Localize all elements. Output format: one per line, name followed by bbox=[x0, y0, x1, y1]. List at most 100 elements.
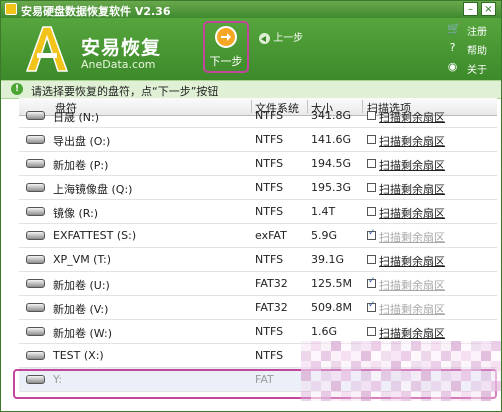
title-bar[interactable]: 安易硬盘数据恢复软件 V2.36 – × bbox=[1, 1, 501, 18]
drive-name: 日晟 (N:) bbox=[53, 111, 100, 124]
drive-name: 新加卷 (V:) bbox=[53, 303, 109, 316]
scan-remaining-sectors[interactable]: 扫描剩余扇区 bbox=[379, 277, 445, 293]
header-toolbar: 安易恢复 AneData.com 下一步 上一步 🛒 注册 ? 帮助 ◉ 关于 bbox=[1, 18, 501, 80]
drive-name: EXFATTEST (S:) bbox=[53, 229, 137, 242]
drive-filesystem: FAT32 bbox=[255, 277, 288, 290]
hard-drive-icon bbox=[26, 279, 45, 288]
scan-checkbox[interactable] bbox=[367, 300, 376, 312]
prev-step-button[interactable]: 上一步 bbox=[259, 29, 303, 44]
hard-drive-icon bbox=[26, 207, 45, 216]
drive-size: 195.3G bbox=[311, 181, 352, 194]
cart-icon: 🛒 bbox=[447, 22, 461, 35]
drive-row[interactable]: 新加卷 (W:) NTFS 1.6G 扫描剩余扇区 bbox=[19, 320, 497, 344]
drive-row[interactable]: 上海镜像盘 (Q:) NTFS 195.3G 扫描剩余扇区 bbox=[19, 176, 497, 200]
hard-drive-icon bbox=[26, 351, 45, 360]
scan-remaining-sectors[interactable]: 扫描剩余扇区 bbox=[379, 205, 445, 221]
drive-filesystem: NTFS bbox=[255, 109, 284, 122]
hard-drive-icon bbox=[26, 255, 45, 264]
hint-text: 请选择要恢复的盘符，点“下一步”按钮 bbox=[31, 85, 219, 98]
drive-filesystem: NTFS bbox=[255, 157, 284, 170]
drive-size: 1.6G bbox=[311, 325, 338, 338]
drive-name: 上海镜像盘 (Q:) bbox=[53, 183, 133, 196]
scan-remaining-sectors[interactable]: 扫描剩余扇区 bbox=[379, 229, 445, 245]
scan-remaining-sectors[interactable]: 扫描剩余扇区 bbox=[379, 301, 445, 317]
scan-checkbox[interactable] bbox=[367, 228, 376, 240]
drive-filesystem: NTFS bbox=[255, 133, 284, 146]
about-label: 关于 bbox=[467, 65, 487, 76]
drive-name: XP_VM (T:) bbox=[53, 253, 111, 266]
drive-size: 39.1G bbox=[311, 253, 345, 266]
scan-checkbox[interactable] bbox=[367, 207, 376, 216]
hard-drive-icon bbox=[26, 111, 45, 120]
drive-name: 导出盘 (O:) bbox=[53, 135, 111, 148]
scan-remaining-sectors[interactable]: 扫描剩余扇区 bbox=[379, 109, 445, 125]
next-step-label: 下一步 bbox=[209, 55, 243, 68]
next-step-button[interactable]: 下一步 bbox=[203, 21, 249, 73]
drive-filesystem: NTFS bbox=[255, 181, 284, 194]
scan-checkbox[interactable] bbox=[367, 135, 376, 144]
scan-checkbox[interactable] bbox=[367, 327, 376, 336]
scan-checkbox[interactable] bbox=[367, 255, 376, 264]
drive-row[interactable]: 导出盘 (O:) NTFS 141.6G 扫描剩余扇区 bbox=[19, 128, 497, 152]
scan-remaining-sectors[interactable]: 扫描剩余扇区 bbox=[379, 133, 445, 149]
drive-filesystem: NTFS bbox=[255, 253, 284, 266]
scan-checkbox[interactable] bbox=[367, 159, 376, 168]
drive-name: 新加卷 (U:) bbox=[53, 279, 110, 292]
drive-size: 1.4T bbox=[311, 205, 336, 218]
scan-remaining-sectors[interactable]: 扫描剩余扇区 bbox=[379, 253, 445, 269]
drive-row[interactable]: 日晟 (N:) NTFS 341.8G 扫描剩余扇区 bbox=[19, 104, 497, 128]
drive-name: Y: bbox=[53, 373, 62, 386]
drive-size: 141.6G bbox=[311, 133, 352, 146]
help-link[interactable]: ? 帮助 bbox=[447, 41, 497, 57]
side-menu: 🛒 注册 ? 帮助 ◉ 关于 bbox=[447, 22, 497, 79]
hard-drive-icon bbox=[26, 231, 45, 240]
drive-filesystem: FAT32 bbox=[255, 301, 288, 314]
scan-checkbox[interactable] bbox=[367, 183, 376, 192]
hard-drive-icon bbox=[26, 159, 45, 168]
drive-row[interactable]: Y: FAT bbox=[19, 368, 497, 392]
hard-drive-icon bbox=[26, 183, 45, 192]
drive-filesystem: FAT bbox=[255, 373, 274, 386]
hard-drive-icon bbox=[26, 303, 45, 312]
hard-drive-icon bbox=[26, 375, 45, 384]
prev-step-label: 上一步 bbox=[273, 33, 304, 44]
about-link[interactable]: ◉ 关于 bbox=[447, 60, 497, 76]
drive-row[interactable]: 新加卷 (P:) NTFS 194.5G 扫描剩余扇区 bbox=[19, 152, 497, 176]
drive-name: TEST (X:) bbox=[53, 349, 104, 362]
help-label: 帮助 bbox=[467, 46, 487, 57]
about-icon: ◉ bbox=[447, 60, 458, 73]
arrow-left-icon bbox=[259, 32, 270, 44]
logo-url: AneData.com bbox=[81, 58, 156, 71]
drive-size: 509.8M bbox=[311, 301, 352, 314]
drive-row[interactable]: 镜像 (R:) NTFS 1.4T 扫描剩余扇区 bbox=[19, 200, 497, 224]
scan-checkbox[interactable] bbox=[367, 111, 376, 120]
drive-row[interactable]: EXFATTEST (S:) exFAT 5.9G 扫描剩余扇区 bbox=[19, 224, 497, 248]
register-link[interactable]: 🛒 注册 bbox=[447, 22, 497, 38]
drive-row[interactable]: 新加卷 (V:) FAT32 509.8M 扫描剩余扇区 bbox=[19, 296, 497, 320]
drive-list[interactable]: 盘符 文件系统 大小 扫描选项 日晟 (N:) NTFS 341.8G 扫描剩余扇区导… bbox=[19, 98, 497, 410]
drive-filesystem: NTFS bbox=[255, 349, 284, 362]
drive-row[interactable]: 新加卷 (U:) FAT32 125.5M 扫描剩余扇区 bbox=[19, 272, 497, 296]
scan-remaining-sectors[interactable]: 扫描剩余扇区 bbox=[379, 325, 445, 341]
drive-size: 341.8G bbox=[311, 109, 352, 122]
drive-filesystem: NTFS bbox=[255, 205, 284, 218]
info-icon: ! bbox=[11, 83, 23, 95]
drive-row[interactable]: TEST (X:) NTFS bbox=[19, 344, 497, 368]
scan-remaining-sectors[interactable]: 扫描剩余扇区 bbox=[379, 181, 445, 197]
window-title: 安易硬盘数据恢复软件 V2.36 bbox=[21, 5, 171, 18]
app-window: 安易硬盘数据恢复软件 V2.36 – × 安易恢复 AneData.com 下一… bbox=[0, 0, 502, 412]
close-button[interactable]: × bbox=[481, 2, 496, 16]
register-label: 注册 bbox=[467, 27, 487, 38]
arrow-right-icon bbox=[215, 26, 237, 48]
drive-row[interactable]: XP_VM (T:) NTFS 39.1G 扫描剩余扇区 bbox=[19, 248, 497, 272]
drive-name: 镜像 (R:) bbox=[53, 207, 99, 220]
drive-filesystem: NTFS bbox=[255, 325, 284, 338]
scan-remaining-sectors[interactable]: 扫描剩余扇区 bbox=[379, 157, 445, 173]
hard-drive-icon bbox=[26, 327, 45, 336]
drive-filesystem: exFAT bbox=[255, 229, 287, 242]
minimize-button[interactable]: – bbox=[463, 2, 478, 16]
scan-checkbox[interactable] bbox=[367, 276, 376, 288]
hard-drive-icon bbox=[26, 135, 45, 144]
logo-name: 安易恢复 bbox=[81, 37, 162, 59]
drive-name: 新加卷 (P:) bbox=[53, 159, 109, 172]
